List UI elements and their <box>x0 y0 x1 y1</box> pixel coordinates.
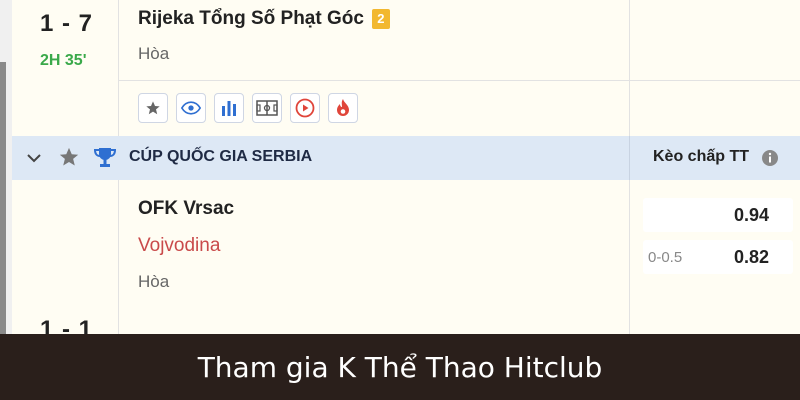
left-strip <box>0 0 12 334</box>
bar-chart-icon <box>222 101 236 116</box>
info-icon[interactable] <box>761 149 779 167</box>
favorite-button[interactable] <box>138 93 168 123</box>
handicap-line: 0-0.5 <box>648 249 683 266</box>
odds-cell[interactable]: 0.94 <box>643 198 793 232</box>
stats-button[interactable] <box>214 93 244 123</box>
league-name: CÚP QUỐC GIA SERBIA <box>129 148 313 165</box>
match-title-text: Rijeka Tổng Số Phạt Góc <box>138 8 364 29</box>
draw-label: Hòa <box>138 272 170 291</box>
match-score: 1 - 7 <box>40 10 94 37</box>
corner-count-badge: 2 <box>371 9 390 29</box>
column-divider <box>629 136 630 180</box>
pitch-icon <box>256 100 278 116</box>
match-live-time: 2H 35' <box>40 52 87 69</box>
odds-column-header: Kèo chấp TT <box>653 148 750 165</box>
hot-button[interactable] <box>328 93 358 123</box>
match-title[interactable]: Rijeka Tổng Số Phạt Góc 2 <box>138 8 390 30</box>
caption-banner: Tham gia K Thể Thao Hitclub <box>0 334 800 400</box>
fire-icon <box>337 99 349 116</box>
play-icon <box>295 98 315 118</box>
trophy-icon <box>93 148 117 167</box>
watch-button[interactable] <box>176 93 206 123</box>
live-stream-button[interactable] <box>290 93 320 123</box>
row-divider <box>118 80 800 81</box>
eye-icon <box>181 101 201 115</box>
draw-label: Hòa <box>138 44 170 63</box>
match-action-icons <box>138 93 358 123</box>
caption-text: Tham gia K Thể Thao Hitclub <box>197 350 603 384</box>
away-team[interactable]: Vojvodina <box>138 235 220 257</box>
home-team[interactable]: OFK Vrsac <box>138 198 234 220</box>
lineup-button[interactable] <box>252 93 282 123</box>
odds-value: 0.82 <box>733 247 769 267</box>
chevron-down-icon[interactable] <box>24 148 44 168</box>
star-icon <box>146 101 160 115</box>
league-header[interactable]: CÚP QUỐC GIA SERBIA Kèo chấp TT <box>12 136 800 180</box>
row-indicator-bar <box>0 62 6 334</box>
odds-cell[interactable]: 0-0.5 0.82 <box>643 240 793 274</box>
odds-value: 0.94 <box>733 205 769 225</box>
star-icon[interactable] <box>58 146 80 168</box>
